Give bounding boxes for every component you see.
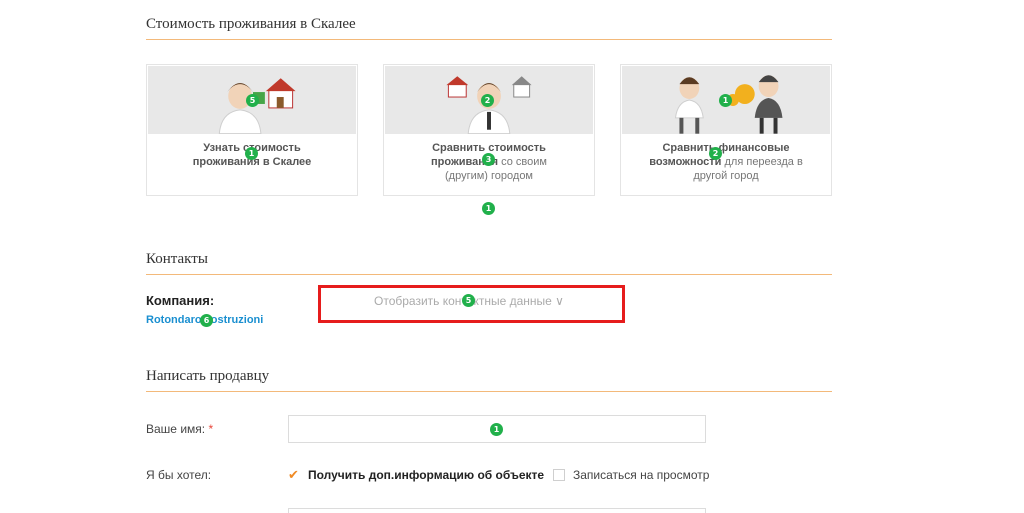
company-label: Компания: bbox=[146, 293, 215, 308]
badge-marker: 1 bbox=[482, 202, 495, 215]
contacts-section-title: Контакты bbox=[146, 251, 208, 267]
required-mark: * bbox=[208, 422, 214, 436]
cost-section-title: Стоимость проживания в Скалее bbox=[146, 16, 356, 32]
badge-marker: 1 bbox=[490, 423, 503, 436]
message-field[interactable] bbox=[288, 508, 706, 513]
checkmark-icon[interactable]: ✔ bbox=[288, 468, 300, 481]
card-cost-of-living[interactable]: Узнать стоимость проживания в Скалее bbox=[146, 64, 358, 196]
badge-marker: 3 bbox=[482, 153, 495, 166]
option-more-info-label[interactable]: Получить доп.информацию об объекте bbox=[308, 468, 544, 482]
viewing-checkbox[interactable] bbox=[553, 469, 565, 481]
card-compare-finances[interactable]: Сравнить финансовые возможности для пере… bbox=[620, 64, 832, 196]
section-divider bbox=[146, 391, 832, 392]
want-label: Я бы хотел: bbox=[146, 468, 212, 482]
card-label: Сравнить финансовые возможности для пере… bbox=[649, 142, 803, 182]
badge-marker: 6 bbox=[200, 314, 213, 327]
badge-marker: 2 bbox=[709, 147, 722, 160]
section-divider bbox=[146, 39, 832, 40]
card-compare-cost[interactable]: Сравнить стоимость проживания со своим (… bbox=[383, 64, 595, 196]
badge-marker: 1 bbox=[719, 94, 732, 107]
badge-marker: 2 bbox=[481, 94, 494, 107]
badge-marker: 5 bbox=[246, 94, 259, 107]
section-divider bbox=[146, 274, 832, 275]
option-viewing-label[interactable]: Записаться на просмотр bbox=[573, 468, 709, 482]
seller-section-title: Написать продавцу bbox=[146, 368, 270, 384]
name-field-label: Ваше имя: * bbox=[146, 422, 214, 436]
badge-marker: 5 bbox=[462, 294, 475, 307]
badge-marker: 1 bbox=[245, 147, 258, 160]
